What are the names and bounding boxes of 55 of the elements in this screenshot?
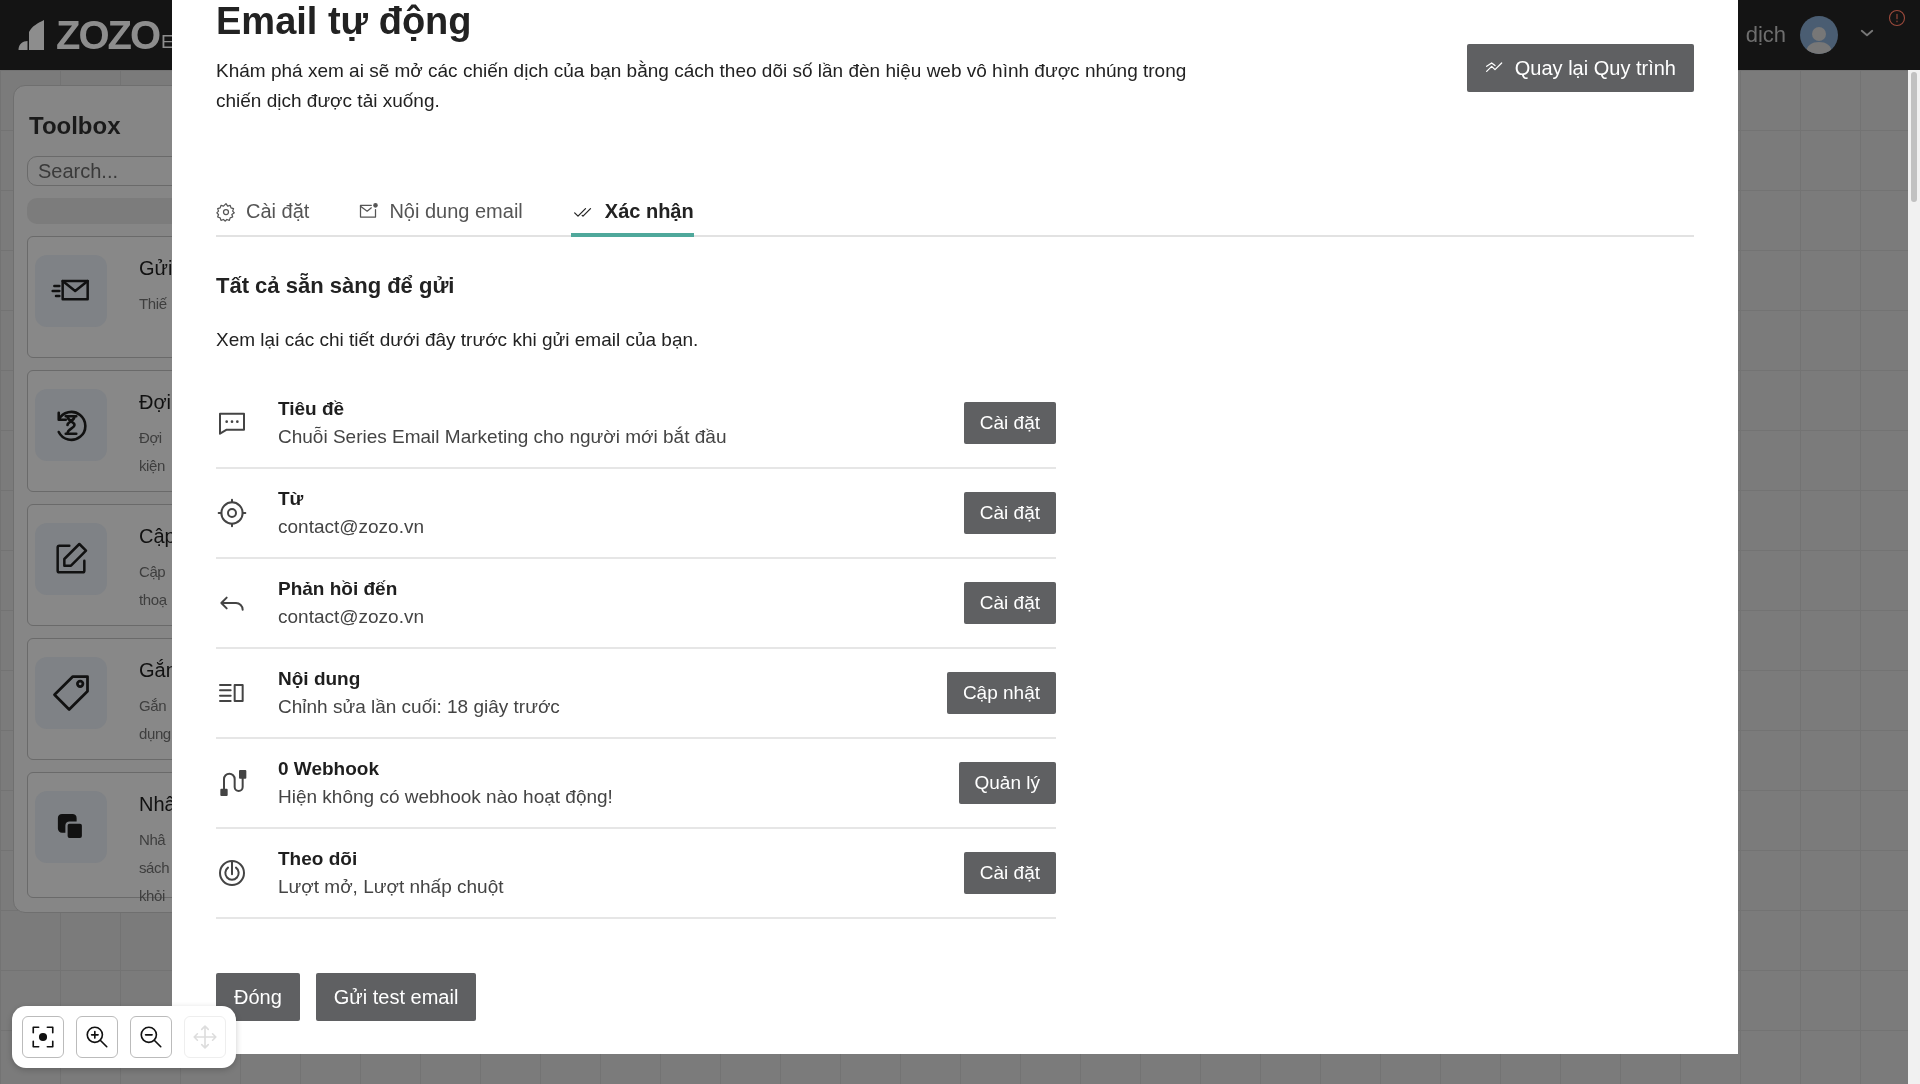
modal-description: Khám phá xem ai sẽ mở các chiến dịch của bạn bằng cách theo dõi số lần đèn hiệu web vô hình được nhúng trong chiến dịch được tải xuống. [216, 59, 1188, 113]
item-title: Theo dõi [278, 848, 359, 870]
item-value: Chuỗi Series Email Marketing cho người mới bắt đầu [278, 426, 728, 448]
modal-title: Email tự động [216, 0, 473, 42]
panel-title: Toolbox [29, 112, 122, 140]
close-button[interactable]: Đóng [216, 973, 300, 1021]
item-title: Nội dung [278, 668, 362, 690]
item-title: Từ [278, 488, 305, 510]
item-value: Hiện không có webhook nào hoạt động! [278, 786, 614, 808]
item-title: Phản hồi đến [278, 578, 399, 600]
gear-icon [216, 201, 236, 222]
card-title: Đợi [139, 390, 171, 414]
zoom-control-button[interactable] [76, 1016, 118, 1058]
tab[interactable]: Nội dung email [357, 200, 523, 237]
move-icon [192, 1024, 218, 1050]
nav-link[interactable]: dịch [1745, 22, 1786, 48]
section-subtitle: Xem lại các chi tiết dưới đây trước khi gửi email của bạn. [216, 329, 700, 351]
zoom-in-icon [84, 1024, 110, 1050]
card-description: Cập [139, 561, 167, 582]
scrollbar[interactable] [1908, 70, 1920, 1084]
card-description: Thiế [139, 293, 168, 314]
card-description: Đợi [139, 427, 163, 448]
card-description: dụng [139, 723, 172, 744]
zoom-control-button[interactable] [130, 1016, 172, 1058]
item-button[interactable]: Cập nhật [946, 672, 1056, 714]
card-title: Gửi [139, 256, 173, 280]
item-button[interactable]: Cài đặt [963, 402, 1056, 444]
zoom-out-icon [138, 1024, 164, 1050]
item-button[interactable]: Cài đặt [963, 582, 1056, 624]
zoom-control-button[interactable] [22, 1016, 64, 1058]
tab[interactable]: Xác nhận [570, 200, 694, 237]
focus-icon [30, 1024, 56, 1050]
item-button[interactable]: Cài đặt [963, 492, 1056, 534]
card-description: sách [139, 857, 171, 878]
item-title: 0 Webhook [278, 758, 380, 780]
section-heading: Tất cả sẵn sàng để gửi [216, 273, 456, 299]
avatar[interactable] [1800, 16, 1838, 54]
logo-text: ZOZO [56, 12, 160, 58]
card-description: kiện [139, 455, 166, 476]
item-title: Tiêu đề [278, 398, 346, 420]
item-button[interactable]: Cài đặt [963, 852, 1056, 894]
item-value: Chỉnh sửa lần cuối: 18 giây trước [278, 696, 561, 718]
tab[interactable]: Cài đặt [216, 200, 310, 237]
item-button[interactable]: Quản lý [958, 762, 1056, 804]
item-value: Lượt mở, Lượt nhấp chuột [278, 876, 505, 898]
target-icon [216, 497, 248, 529]
item-value: contact@zozo.vn [278, 516, 426, 538]
send-test-button[interactable]: Gửi test email [315, 973, 477, 1021]
info-icon [1888, 9, 1906, 27]
item-value: contact@zozo.vn [278, 606, 426, 628]
back-button[interactable]: Quay lại Quy trình [1466, 44, 1694, 92]
card-description: thoạ [139, 589, 168, 610]
card-description: Nhâ [139, 829, 167, 850]
logo-suffix: E [161, 31, 174, 53]
card-description: Gắn [139, 695, 168, 716]
